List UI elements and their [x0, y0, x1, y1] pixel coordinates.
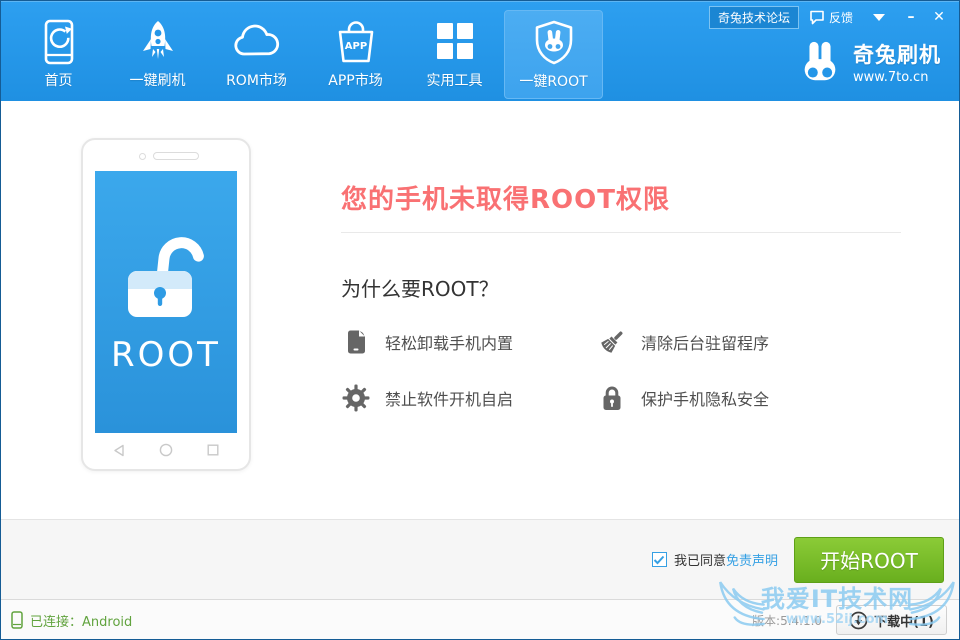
feedback-link[interactable]: 反馈 [809, 9, 853, 26]
feedback-label: 反馈 [829, 9, 853, 26]
svg-text:APP: APP [344, 41, 366, 52]
lock-icon [597, 384, 627, 412]
header: 首页 一键刷机 [1, 1, 959, 101]
grid-icon [434, 18, 476, 66]
tab-tools[interactable]: 实用工具 [405, 10, 504, 99]
tab-home[interactable]: 首页 [9, 10, 108, 99]
rabbit-logo-icon [797, 40, 843, 84]
start-root-button[interactable]: 开始ROOT [794, 537, 944, 583]
unlock-icon [118, 229, 214, 321]
check-icon [653, 555, 665, 565]
brand-name: 奇兔刷机 [853, 39, 941, 69]
close-button[interactable]: ✕ [925, 6, 953, 28]
status-bar: 已连接：Android 版本:5.4.1.0 下载中(1) [1, 599, 959, 640]
tab-home-label: 首页 [45, 70, 73, 90]
feature-clean: 清除后台驻留程序 [597, 328, 901, 356]
brand-url: www.7to.cn [853, 70, 941, 85]
tab-tools-label: 实用工具 [427, 70, 483, 90]
minimize-button[interactable]: – [897, 6, 925, 28]
home-refresh-icon [37, 18, 81, 66]
feature-uninstall-label: 轻松卸载手机内置 [385, 330, 513, 354]
cloud-icon [231, 18, 283, 66]
recents-square-icon [207, 444, 219, 456]
speech-bubble-icon [809, 10, 825, 25]
download-label: 下载中(1) [874, 611, 934, 630]
phone-nav-buttons [83, 443, 249, 457]
forum-link[interactable]: 奇兔技术论坛 [709, 6, 799, 29]
connected-phone-icon [11, 611, 23, 629]
app-bag-icon: APP [333, 18, 379, 66]
uninstall-phone-icon [341, 328, 371, 356]
version-text: 版本:5.4.1.0 [752, 612, 822, 629]
phone-camera-icon [139, 153, 146, 160]
why-root-heading: 为什么要ROOT？ [341, 273, 901, 302]
root-info-panel: 您的手机未取得ROOT权限 为什么要ROOT？ 轻松卸载手机内置 [341, 101, 901, 412]
menu-caret-icon[interactable] [873, 14, 885, 21]
feature-uninstall: 轻松卸载手机内置 [341, 328, 597, 356]
home-circle-icon [159, 443, 173, 457]
tab-rom-market[interactable]: ROM市场 [207, 10, 306, 99]
brush-icon [597, 328, 627, 356]
phone-illustration: ROOT [81, 138, 251, 471]
footer-bar: 我已同意 免责声明 开始ROOT [1, 519, 959, 599]
feature-clean-label: 清除后台驻留程序 [641, 330, 769, 354]
connection-text: 已连接：Android [30, 611, 132, 630]
download-icon [849, 611, 868, 630]
tab-one-key-flash-label: 一键刷机 [130, 70, 186, 90]
back-triangle-icon [113, 444, 125, 457]
phone-screen: ROOT [95, 171, 237, 433]
divider [341, 232, 901, 233]
page-title: 您的手机未取得ROOT权限 [341, 179, 901, 216]
gear-icon [341, 384, 371, 412]
phone-root-label: ROOT [111, 335, 221, 375]
shield-rabbit-icon [531, 19, 577, 67]
phone-speaker-icon [153, 152, 199, 160]
tab-app-market-label: APP市场 [328, 70, 382, 90]
main-content: ROOT 您的手机未取得ROOT权限 为什么要ROOT？ [1, 101, 959, 519]
tab-one-key-root[interactable]: 一键ROOT [504, 10, 603, 99]
agree-checkbox[interactable] [652, 552, 667, 567]
download-button[interactable]: 下载中(1) [836, 605, 947, 635]
agree-row: 我已同意 免责声明 [652, 550, 778, 569]
topbar: 奇兔技术论坛 反馈 – ✕ [709, 6, 953, 28]
feature-privacy: 保护手机隐私安全 [597, 384, 901, 412]
agree-text: 我已同意 [674, 550, 726, 569]
tab-one-key-flash[interactable]: 一键刷机 [108, 10, 207, 99]
rocket-icon [136, 18, 180, 66]
main-nav: 首页 一键刷机 [9, 10, 603, 99]
app-window: 首页 一键刷机 [0, 0, 960, 640]
tab-app-market[interactable]: APP APP市场 [306, 10, 405, 99]
feature-autostart: 禁止软件开机自启 [341, 384, 597, 412]
feature-autostart-label: 禁止软件开机自启 [385, 386, 513, 410]
connection-status: 已连接：Android [11, 611, 132, 630]
tab-one-key-root-label: 一键ROOT [519, 71, 587, 91]
disclaimer-link[interactable]: 免责声明 [726, 550, 778, 569]
brand: 奇兔刷机 www.7to.cn [797, 39, 941, 85]
feature-privacy-label: 保护手机隐私安全 [641, 386, 769, 410]
tab-rom-market-label: ROM市场 [226, 70, 287, 90]
status-right: 版本:5.4.1.0 下载中(1) [752, 605, 947, 635]
feature-list: 轻松卸载手机内置 [341, 328, 901, 412]
